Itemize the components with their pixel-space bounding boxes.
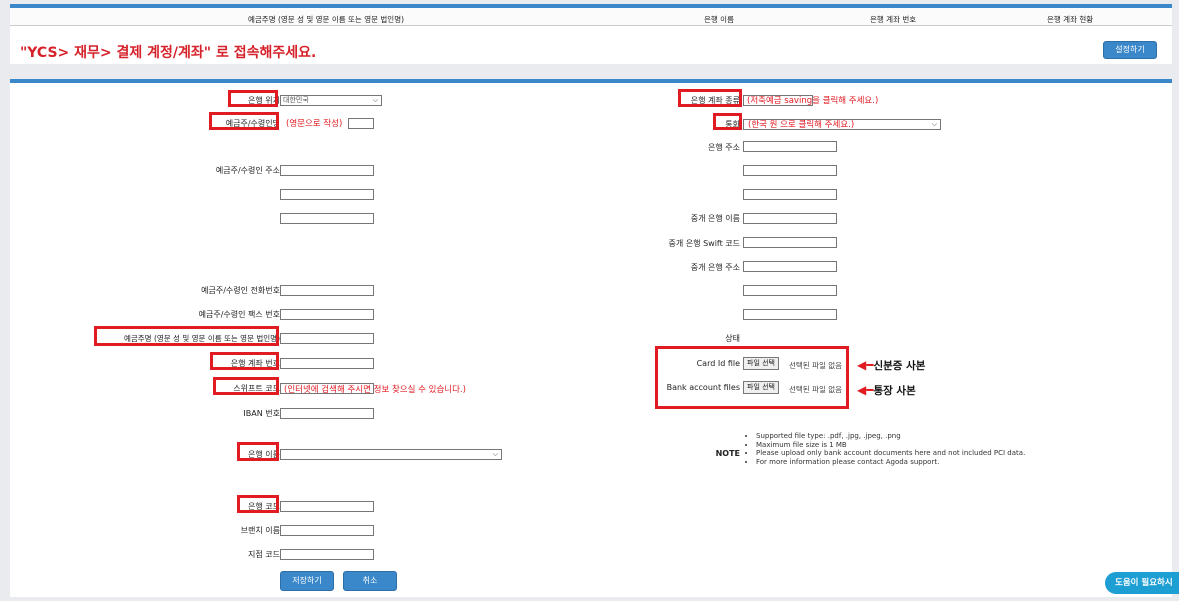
holder-address-input-1[interactable] bbox=[280, 165, 374, 176]
holder-name-input[interactable] bbox=[348, 118, 374, 129]
bank-account-form: 은행 위치 대한민국 ⌵ 예금주/수령인명 (영문으로 작성) 예금주/수령인 … bbox=[10, 79, 1172, 597]
note-item: Supported file type: .pdf, .jpg, .jpeg, … bbox=[756, 432, 1025, 441]
swift-code-hint: (인터넷에 검색해 주시면 정보 찾으실 수 있습니다.) bbox=[284, 385, 466, 395]
intermediary-bank-name-input[interactable] bbox=[743, 213, 837, 224]
account-summary-panel: 예금주명 (영문 성 및 영문 이름 또는 영문 법인명) 은행 이름 은행 계… bbox=[10, 4, 1172, 64]
status-label: 상태 bbox=[725, 334, 740, 343]
bank-address-input-3[interactable] bbox=[743, 189, 837, 200]
branch-name-label: 브랜치 이름 bbox=[240, 526, 280, 535]
holder-name-hint: (영문으로 작성) bbox=[286, 119, 343, 129]
intermediary-address-label: 중개 은행 주소 bbox=[690, 263, 740, 272]
intermediary-address-input-2[interactable] bbox=[743, 285, 837, 296]
bank-address-input-1[interactable] bbox=[743, 141, 837, 152]
chevron-down-icon: ⌵ bbox=[931, 120, 937, 128]
branch-code-label: 지점 코드 bbox=[248, 550, 280, 559]
highlight-box bbox=[209, 112, 279, 130]
branch-name-input[interactable] bbox=[280, 525, 374, 536]
header-account-status: 은행 계좌 현황 bbox=[1047, 15, 1094, 24]
note-item: Maximum file size is 1 MB bbox=[756, 441, 1025, 450]
intermediary-bank-name-label: 중개 은행 이름 bbox=[690, 214, 740, 223]
note-item: Please upload only bank account document… bbox=[756, 449, 1025, 458]
highlight-box bbox=[237, 442, 279, 461]
highlight-box bbox=[213, 377, 279, 395]
bank-code-input[interactable] bbox=[280, 501, 374, 512]
bank-location-select[interactable]: 대한민국 ⌵ bbox=[280, 95, 382, 106]
holder-address-input-2[interactable] bbox=[280, 189, 374, 200]
highlight-box bbox=[678, 89, 742, 107]
currency-hint: (한국 원 으로 클릭해 주세요.) bbox=[748, 120, 855, 130]
upload-notes: Supported file type: .pdf, .jpg, .jpeg, … bbox=[748, 432, 1025, 466]
highlight-box bbox=[655, 346, 849, 409]
bank-name-select[interactable]: ⌵ bbox=[280, 449, 502, 460]
chevron-down-icon: ⌵ bbox=[492, 450, 498, 458]
intermediary-swift-input[interactable] bbox=[743, 237, 837, 248]
highlight-box bbox=[228, 90, 278, 107]
arrow-left-icon: ◀━ bbox=[857, 383, 874, 397]
holder-fax-input[interactable] bbox=[280, 309, 374, 320]
highlight-box bbox=[210, 352, 279, 370]
holder-address-label: 예금주/수령인 주소 bbox=[215, 166, 280, 175]
note-label: NOTE bbox=[715, 449, 740, 458]
account-number-input[interactable] bbox=[280, 358, 374, 369]
holder-fax-label: 예금주/수령인 팩스 번호 bbox=[198, 310, 280, 319]
holder-fullname-input[interactable] bbox=[280, 333, 374, 344]
account-type-hint: (저축예금 saving을 클릭해 주세요.) bbox=[747, 96, 879, 106]
branch-code-input[interactable] bbox=[280, 549, 374, 560]
card-id-annotation: ◀━신분증 사본 bbox=[857, 358, 926, 372]
help-button[interactable]: 도움이 필요하시 bbox=[1105, 572, 1179, 594]
bank-address-label: 은행 주소 bbox=[708, 143, 740, 152]
save-button[interactable]: 저장하기 bbox=[280, 571, 334, 591]
intermediary-address-input-1[interactable] bbox=[743, 261, 837, 272]
holder-phone-label: 예금주/수령인 전화번호 bbox=[201, 286, 280, 295]
cancel-button[interactable]: 취소 bbox=[343, 571, 397, 591]
iban-label: IBAN 번호 bbox=[243, 409, 280, 418]
chevron-down-icon: ⌵ bbox=[372, 96, 378, 104]
note-item: For more information please contact Agod… bbox=[756, 458, 1025, 467]
card-id-file-status: 선택된 파일 없음 bbox=[789, 361, 843, 370]
settings-button[interactable]: 설정하기 bbox=[1103, 41, 1157, 59]
iban-input[interactable] bbox=[280, 408, 374, 419]
intermediary-address-input-3[interactable] bbox=[743, 309, 837, 320]
bank-account-file-button[interactable]: 파일 선택 bbox=[743, 381, 779, 394]
holder-address-input-3[interactable] bbox=[280, 213, 374, 224]
ycs-navigation-notice: "YCS> 재무> 결제 계정/계좌" 로 접속해주세요. bbox=[20, 45, 317, 61]
highlight-box bbox=[94, 326, 279, 346]
intermediary-swift-label: 중개 은행 Swift 코드 bbox=[668, 239, 740, 248]
bank-address-input-2[interactable] bbox=[743, 165, 837, 176]
card-id-file-label: Card Id file bbox=[696, 359, 740, 368]
bank-account-files-label: Bank account files bbox=[666, 383, 740, 392]
highlight-box bbox=[237, 495, 279, 513]
header-holder-name: 예금주명 (영문 성 및 영문 이름 또는 영문 법인명) bbox=[248, 15, 405, 24]
highlight-box bbox=[713, 113, 742, 130]
bank-account-file-status: 선택된 파일 없음 bbox=[789, 385, 843, 394]
bank-account-annotation: ◀━통장 사본 bbox=[857, 383, 916, 397]
account-table-header: 예금주명 (영문 성 및 영문 이름 또는 영문 법인명) 은행 이름 은행 계… bbox=[10, 8, 1172, 26]
bank-location-value: 대한민국 bbox=[283, 96, 309, 104]
header-bank-name: 은행 이름 bbox=[704, 15, 734, 24]
header-account-number: 은행 계좌 번호 bbox=[870, 15, 917, 24]
card-id-file-button[interactable]: 파일 선택 bbox=[743, 357, 779, 370]
holder-phone-input[interactable] bbox=[280, 285, 374, 296]
arrow-left-icon: ◀━ bbox=[857, 358, 874, 372]
